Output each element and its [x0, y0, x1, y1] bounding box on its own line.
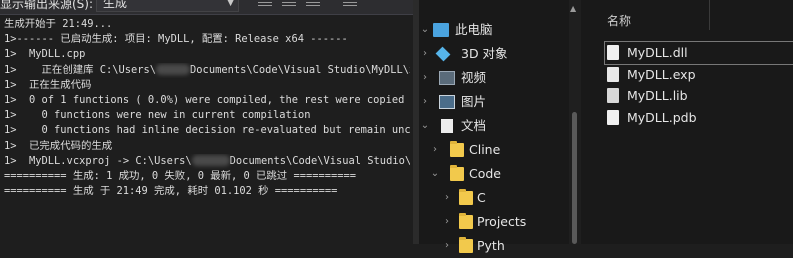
- nav-item-label: 视频: [461, 70, 487, 85]
- redacted-username: [191, 155, 230, 167]
- dll-file-icon: [607, 45, 619, 60]
- output-line: ========== 生成 于 21:49 完成, 耗时 01.102 秒 ==…: [4, 185, 338, 198]
- cube-icon: [435, 46, 451, 62]
- chevron-right-icon[interactable]: ›: [419, 90, 431, 114]
- nav-item-pictures[interactable]: › 图片: [419, 90, 569, 114]
- align-right-icon[interactable]: [306, 0, 320, 9]
- redacted-username: [156, 64, 191, 76]
- file-name: MyDLL.pdb: [627, 110, 697, 125]
- chevron-right-icon[interactable]: ›: [419, 42, 431, 66]
- output-line-tail: Documents\Code\Visual Studio\MyDLL\x: [190, 63, 410, 76]
- output-line: ========== 生成: 1 成功, 0 失败, 0 最新, 0 已跳过 =…: [4, 169, 357, 182]
- nav-item-code[interactable]: ⌄ Code: [419, 162, 569, 186]
- output-line: 1> 正在创建库 C:\Users\ Documents\Code\Visual …: [4, 63, 410, 78]
- output-line: 1> 0 of 1 functions ( 0.0%) were compile…: [4, 93, 410, 106]
- nav-item-this-pc[interactable]: ⌄ 此电脑: [419, 18, 569, 42]
- navigation-scrollbar[interactable]: ▲: [569, 0, 581, 244]
- folder-icon: [459, 237, 473, 253]
- chevron-right-icon[interactable]: ›: [441, 186, 453, 210]
- nav-item-label: Code: [469, 166, 502, 181]
- nav-item-videos[interactable]: › 视频: [419, 66, 569, 90]
- chevron-right-icon[interactable]: ›: [419, 66, 431, 90]
- nav-item-python[interactable]: › Pyth: [419, 234, 569, 258]
- output-text-area[interactable]: 生成开始于 21:49... 1>------ 已启动生成: 项目: MyDLL…: [4, 17, 410, 243]
- output-line-head: 1> 正在创建库 C:\Users\: [4, 63, 157, 76]
- lib-file-icon: [607, 88, 619, 103]
- nav-item-projects[interactable]: › Projects: [419, 210, 569, 234]
- output-source-dropdown[interactable]: 生成 ▼: [96, 0, 239, 12]
- chevron-down-icon: ▼: [227, 0, 234, 8]
- output-line: 生成开始于 21:49...: [4, 18, 113, 30]
- output-line-head: 1> MyDLL.vcxproj -> C:\Users\: [4, 154, 192, 167]
- file-item-lib[interactable]: MyDLL.lib: [605, 85, 793, 107]
- folder-icon: [459, 189, 473, 205]
- nav-item-label: 图片: [461, 94, 487, 109]
- file-item-pdb[interactable]: MyDLL.pdb: [605, 107, 793, 129]
- chevron-down-icon[interactable]: ⌄: [429, 162, 441, 186]
- file-item-exp[interactable]: MyDLL.exp: [605, 64, 793, 86]
- scroll-up-icon[interactable]: ▲: [570, 4, 576, 13]
- chevron-down-icon[interactable]: ⌄: [419, 114, 431, 138]
- file-explorer: ⌄ 此电脑 › 3D 对象 › 视频 › 图片 ⌄ 文档 › Cline ⌄ C…: [419, 0, 793, 253]
- output-source-value: 生成: [103, 0, 128, 10]
- pc-icon: [433, 23, 449, 37]
- file-name: MyDLL.exp: [627, 67, 696, 82]
- video-icon: [439, 71, 455, 85]
- output-line: 1> 0 functions had inline decision re-ev…: [4, 124, 410, 137]
- file-item-dll[interactable]: MyDLL.dll: [604, 41, 793, 65]
- output-toolbar: 显示输出来源(S): 生成 ▼: [0, 0, 413, 15]
- scroll-thumb[interactable]: [572, 112, 577, 244]
- output-line: 1> 正在生成代码: [4, 78, 92, 91]
- nav-item-label: 3D 对象: [461, 46, 508, 61]
- word-wrap-icon[interactable]: [343, 0, 357, 9]
- output-line: 1> MyDLL.cpp: [4, 48, 86, 61]
- nav-item-label: Projects: [477, 214, 527, 229]
- file-name: MyDLL.lib: [627, 88, 688, 103]
- vs-output-window: 显示输出来源(S): 生成 ▼ 生成开始于 21:49... 1>------ …: [0, 0, 413, 244]
- output-line: 1>------ 已启动生成: 项目: MyDLL, 配置: Release x…: [4, 33, 348, 46]
- chevron-right-icon[interactable]: ›: [441, 234, 453, 258]
- folder-icon: [459, 213, 473, 229]
- folder-icon: [450, 141, 464, 157]
- output-line-tail: Documents\Code\Visual Studio\MyD: [229, 154, 410, 167]
- align-center-icon[interactable]: [282, 0, 296, 9]
- nav-item-documents[interactable]: ⌄ 文档: [419, 114, 569, 138]
- file-name: MyDLL.dll: [627, 45, 688, 60]
- align-left-icon[interactable]: [258, 0, 272, 9]
- nav-item-cline[interactable]: › Cline: [419, 138, 569, 162]
- picture-icon: [439, 95, 455, 109]
- nav-item-3d-objects[interactable]: › 3D 对象: [419, 42, 569, 66]
- file-list: 名称 MyDLL.dll MyDLL.exp MyDLL.lib MyDLL.p…: [587, 0, 793, 244]
- column-header-name[interactable]: 名称: [607, 12, 631, 29]
- nav-item-c[interactable]: › C: [419, 186, 569, 210]
- pdb-file-icon: [607, 110, 619, 125]
- navigation-pane: ⌄ 此电脑 › 3D 对象 › 视频 › 图片 ⌄ 文档 › Cline ⌄ C…: [419, 0, 589, 253]
- nav-item-label: C: [477, 190, 486, 205]
- nav-item-label: Pyth: [477, 238, 505, 253]
- chevron-right-icon[interactable]: ›: [441, 210, 453, 234]
- output-source-label: 显示输出来源(S):: [0, 0, 94, 11]
- nav-item-label: Cline: [469, 142, 501, 157]
- chevron-down-icon[interactable]: ⌄: [419, 18, 431, 42]
- document-icon: [441, 119, 453, 133]
- nav-item-label: 文档: [461, 118, 487, 133]
- output-line: 1> 已完成代码的生成: [4, 139, 113, 152]
- output-line: 1> 0 functions were new in current compi…: [4, 109, 311, 122]
- nav-item-label: 此电脑: [455, 22, 493, 37]
- exp-file-icon: [607, 67, 619, 82]
- folder-icon: [450, 165, 464, 181]
- column-divider[interactable]: [709, 0, 710, 30]
- chevron-right-icon[interactable]: ›: [429, 138, 441, 162]
- output-line: 1> MyDLL.vcxproj -> C:\Users\ Documents\C…: [4, 154, 410, 169]
